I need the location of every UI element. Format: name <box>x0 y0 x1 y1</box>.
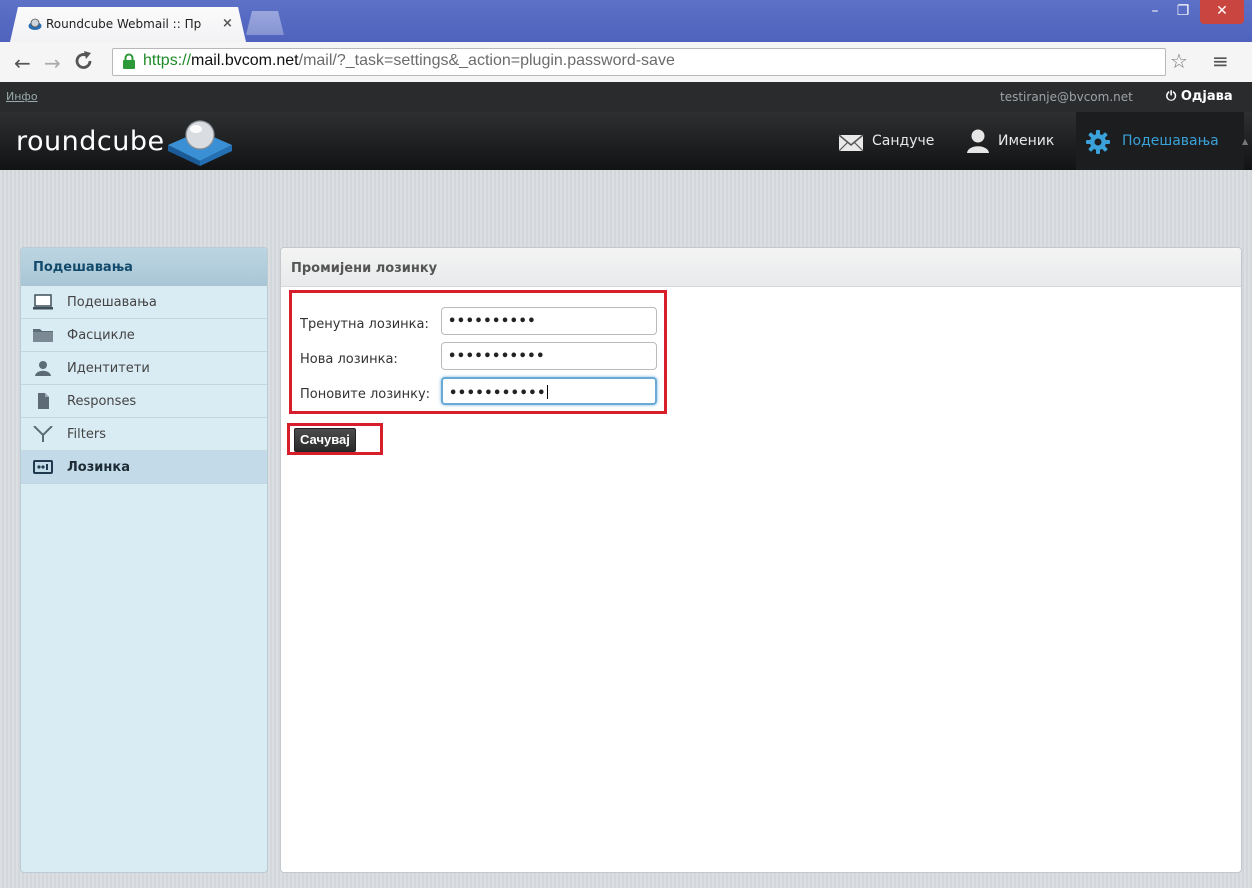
content-panel: Промијени лозинку Тренутна лозинка: ••••… <box>280 247 1242 873</box>
content-title: Промијени лозинку <box>281 248 1241 287</box>
settings-sidebar: Подешавања Подешавања Фасцикле Идентитет… <box>20 247 268 873</box>
window-close-button[interactable]: ✕ <box>1200 0 1244 24</box>
power-icon: ⏻ <box>1166 89 1181 104</box>
username-label: testiranje@bvcom.net <box>1000 90 1133 104</box>
info-link[interactable]: Инфо <box>6 90 38 103</box>
nav-settings[interactable]: Подешавања <box>1076 112 1244 170</box>
sidebar-item-label: Responses <box>67 394 137 409</box>
filter-icon <box>33 426 53 442</box>
current-password-label: Тренутна лозинка: <box>300 317 429 332</box>
document-icon <box>38 393 49 409</box>
password-form-highlight: Тренутна лозинка: •••••••••• Нова лозинк… <box>289 290 667 414</box>
logout-label: Одјава <box>1180 89 1233 104</box>
url-scheme: https:// <box>143 52 192 69</box>
bookmark-star-icon[interactable]: ☆ <box>1170 49 1188 73</box>
browser-tab[interactable]: Roundcube Webmail :: Пр × <box>10 7 246 42</box>
url-path: /mail/?_task=settings&_action=plugin.pas… <box>298 52 675 69</box>
sidebar-item-identities[interactable]: Идентитети <box>21 352 267 385</box>
forward-arrow-icon[interactable]: → <box>44 51 61 75</box>
roundcube-favicon-icon <box>28 18 42 30</box>
nav-contacts[interactable]: Именик <box>964 112 1068 170</box>
tab-close-icon[interactable]: × <box>222 16 233 31</box>
nav-settings-label: Подешавања <box>1122 133 1219 149</box>
tab-title: Roundcube Webmail :: Пр <box>46 17 202 31</box>
save-button-highlight: Сачувај <box>287 423 383 455</box>
new-tab-button[interactable] <box>246 11 284 35</box>
window-minimize-button[interactable]: – <box>1142 0 1168 24</box>
scroll-up-arrow-icon[interactable]: ▲ <box>1242 137 1248 146</box>
browser-toolbar: ← → https://mail.bvcom.net/mail/?_task=s… <box>0 42 1252 83</box>
new-password-label: Нова лозинка: <box>300 352 398 367</box>
text-caret <box>546 385 548 399</box>
back-arrow-icon[interactable]: ← <box>14 51 31 75</box>
confirm-password-value: ••••••••••• <box>449 386 546 401</box>
logout-button[interactable]: ⏻ Одјава <box>1166 89 1233 104</box>
roundcube-header: roundcube Сандуче Именик Подешавања ▲ <box>0 112 1252 170</box>
browser-menu-icon[interactable]: ≡ <box>1212 49 1229 73</box>
nav-mail-label: Сандуче <box>872 133 935 149</box>
url-host: mail.bvcom.net <box>191 52 299 69</box>
person-icon <box>967 129 989 153</box>
sidebar-title: Подешавања <box>21 248 267 286</box>
reload-icon[interactable] <box>74 50 94 77</box>
roundcube-topline: Инфо testiranje@bvcom.net ⏻ Одјава <box>0 82 1252 112</box>
url-text: https://mail.bvcom.net/mail/?_task=setti… <box>143 52 675 70</box>
new-password-input[interactable]: ••••••••••• <box>441 342 657 370</box>
roundcube-logo-icon <box>168 120 232 166</box>
address-bar[interactable]: https://mail.bvcom.net/mail/?_task=setti… <box>112 48 1166 76</box>
password-icon <box>33 460 53 474</box>
save-button[interactable]: Сачувај <box>294 428 356 452</box>
confirm-password-label: Поновите лозинку: <box>300 387 431 402</box>
lock-icon <box>123 53 135 69</box>
monitor-icon <box>33 294 53 310</box>
logo-text: roundcube <box>16 126 165 157</box>
folder-icon <box>33 329 53 342</box>
nav-mail[interactable]: Сандуче <box>834 112 944 170</box>
sidebar-item-label: Идентитети <box>67 361 150 376</box>
sidebar-item-filters[interactable]: Filters <box>21 418 267 451</box>
nav-contacts-label: Именик <box>998 133 1055 149</box>
person-icon <box>35 361 51 376</box>
sidebar-item-label: Лозинка <box>67 460 130 475</box>
browser-titlebar: Roundcube Webmail :: Пр × – ❐ ✕ <box>0 0 1252 42</box>
current-password-input[interactable]: •••••••••• <box>441 307 657 335</box>
sidebar-item-label: Filters <box>67 427 106 442</box>
sidebar-item-folders[interactable]: Фасцикле <box>21 319 267 352</box>
sidebar-item-password[interactable]: Лозинка <box>21 451 267 484</box>
confirm-password-input[interactable]: ••••••••••• <box>441 377 657 405</box>
sidebar-item-label: Подешавања <box>67 295 157 310</box>
reload-svg <box>75 51 92 69</box>
sidebar-item-responses[interactable]: Responses <box>21 385 267 418</box>
sidebar-item-label: Фасцикле <box>67 328 135 343</box>
window-maximize-button[interactable]: ❐ <box>1170 0 1196 24</box>
envelope-icon <box>838 134 864 152</box>
gear-icon <box>1086 130 1110 154</box>
sidebar-item-preferences[interactable]: Подешавања <box>21 286 267 319</box>
